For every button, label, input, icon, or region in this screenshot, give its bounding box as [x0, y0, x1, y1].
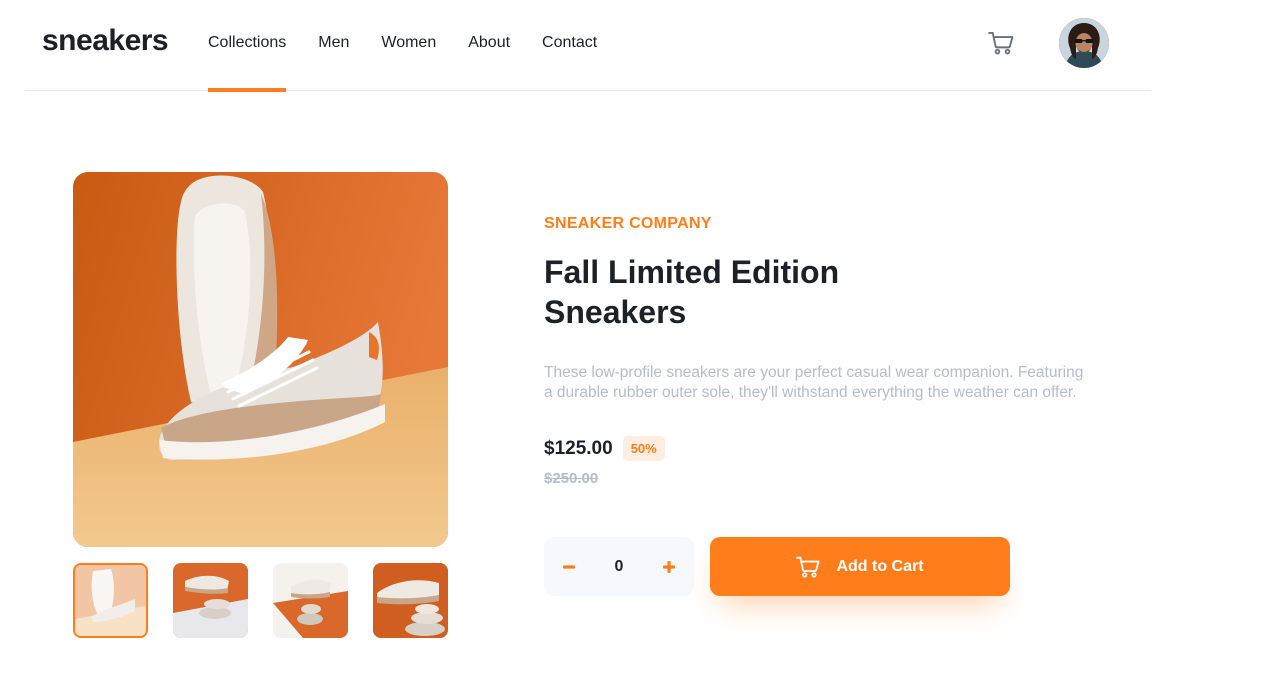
quantity-value: 0	[614, 557, 624, 575]
thumbnail-1[interactable]	[73, 563, 148, 638]
product-title-line1: Fall Limited Edition	[544, 254, 840, 290]
thumbnail-strip	[73, 563, 448, 638]
thumbnail-2[interactable]	[173, 563, 248, 638]
cart-icon[interactable]	[988, 31, 1014, 55]
nav-about[interactable]: About	[468, 0, 510, 91]
original-price: $250.00	[544, 470, 599, 487]
price-row: $125.00 50%	[544, 436, 665, 461]
header: sneakers Collections Men Women About Con…	[25, 0, 1151, 92]
minus-icon[interactable]	[561, 559, 577, 575]
discount-badge: 50%	[622, 436, 665, 461]
nav-women[interactable]: Women	[381, 0, 436, 91]
avatar[interactable]	[1059, 18, 1109, 68]
plus-icon[interactable]	[661, 559, 677, 575]
company-name: SNEAKER COMPANY	[544, 215, 712, 232]
logo[interactable]: sneakers	[42, 24, 169, 58]
main-nav: Collections Men Women About Contact	[208, 0, 629, 92]
main-product-image[interactable]	[73, 172, 448, 547]
nav-collections[interactable]: Collections	[208, 0, 287, 92]
nav-men[interactable]: Men	[318, 0, 349, 91]
thumbnail-3[interactable]	[273, 563, 348, 638]
quantity-stepper: 0	[544, 537, 694, 596]
add-to-cart-label: Add to Cart	[836, 557, 924, 575]
product-description: These low-profile sneakers are your perf…	[544, 364, 1084, 401]
product-title: Fall Limited Edition Sneakers	[544, 252, 904, 332]
product-title-line2: Sneakers	[544, 294, 687, 330]
nav-contact[interactable]: Contact	[542, 0, 597, 91]
thumbnail-4[interactable]	[373, 563, 448, 638]
add-to-cart-button[interactable]: Add to Cart	[710, 537, 1010, 596]
cart-icon	[796, 556, 820, 578]
current-price: $125.00	[544, 437, 613, 459]
